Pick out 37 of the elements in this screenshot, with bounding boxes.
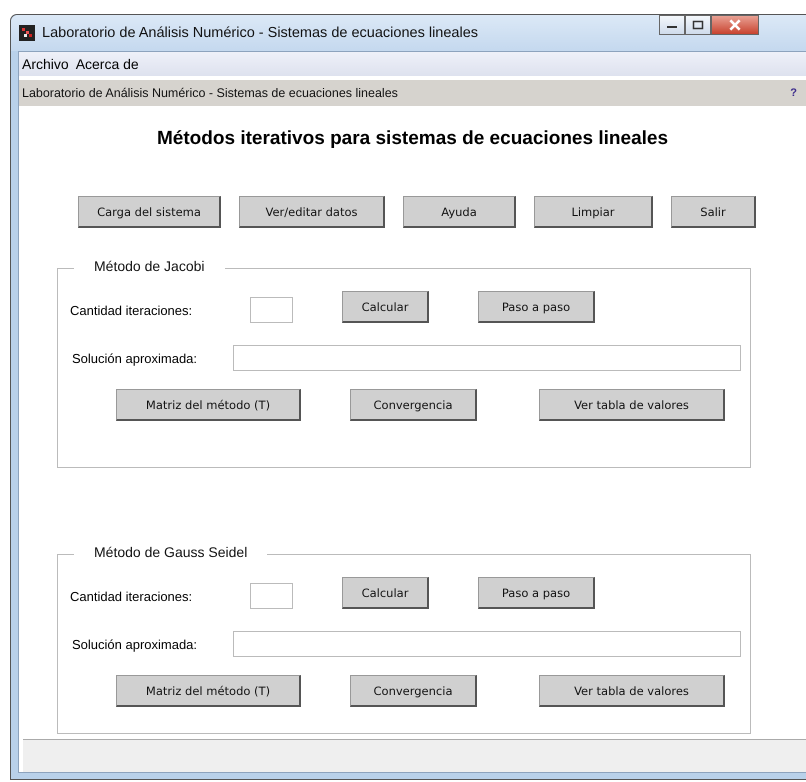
app-icon: [19, 25, 35, 41]
iterations-field[interactable]: [250, 297, 293, 323]
method-button[interactable]: Matriz del método (T): [116, 389, 301, 421]
help-icon[interactable]: ?: [790, 87, 797, 99]
method-button[interactable]: Matriz del método (T): [116, 675, 301, 707]
toolbar-button[interactable]: Ayuda: [403, 196, 516, 228]
maximize-button[interactable]: [685, 15, 711, 35]
solution-label: Solución aproximada:: [72, 636, 198, 652]
toolbar-button[interactable]: Salir: [671, 196, 756, 228]
minimize-button[interactable]: [659, 15, 685, 35]
toolbar-button[interactable]: Limpiar: [534, 196, 653, 228]
iterations-field[interactable]: [250, 583, 293, 609]
menu-item[interactable]: Archivo: [22, 56, 69, 72]
toolbar-button[interactable]: Carga del sistema: [78, 196, 221, 228]
menu-item[interactable]: Acerca de: [76, 56, 139, 72]
action-button[interactable]: Calcular: [342, 577, 429, 609]
group-title: Método de Gauss Seidel: [74, 544, 268, 560]
action-button[interactable]: Paso a paso: [478, 291, 595, 323]
method-button[interactable]: Ver tabla de valores: [539, 675, 725, 707]
action-button[interactable]: Calcular: [342, 291, 429, 323]
header-text: Laboratorio de Análisis Numérico - Sistemas de ecuaciones lineales: [22, 86, 398, 100]
iterations-label: Cantidad iteraciones:: [70, 303, 194, 318]
solution-label: Solución aproximada:: [72, 350, 198, 366]
window-title: Laboratorio de Análisis Numérico - Sistemas de ecuaciones lineales: [42, 25, 478, 41]
close-icon: [728, 19, 742, 31]
iterations-label: Cantidad iteraciones:: [70, 589, 194, 604]
maximize-icon: [692, 20, 704, 30]
solution-field[interactable]: [233, 345, 741, 371]
heading: Métodos iterativos para sistemas de ecuaciones lineales: [156, 128, 670, 150]
group-title: Método de Jacobi: [74, 258, 225, 274]
solution-field[interactable]: [233, 631, 741, 657]
close-button[interactable]: [711, 15, 759, 35]
method-button[interactable]: Convergencia: [350, 675, 477, 707]
method-button[interactable]: Convergencia: [350, 389, 477, 421]
toolbar-button[interactable]: Ver/editar datos: [239, 196, 385, 228]
method-button[interactable]: Ver tabla de valores: [539, 389, 725, 421]
action-button[interactable]: Paso a paso: [478, 577, 595, 609]
